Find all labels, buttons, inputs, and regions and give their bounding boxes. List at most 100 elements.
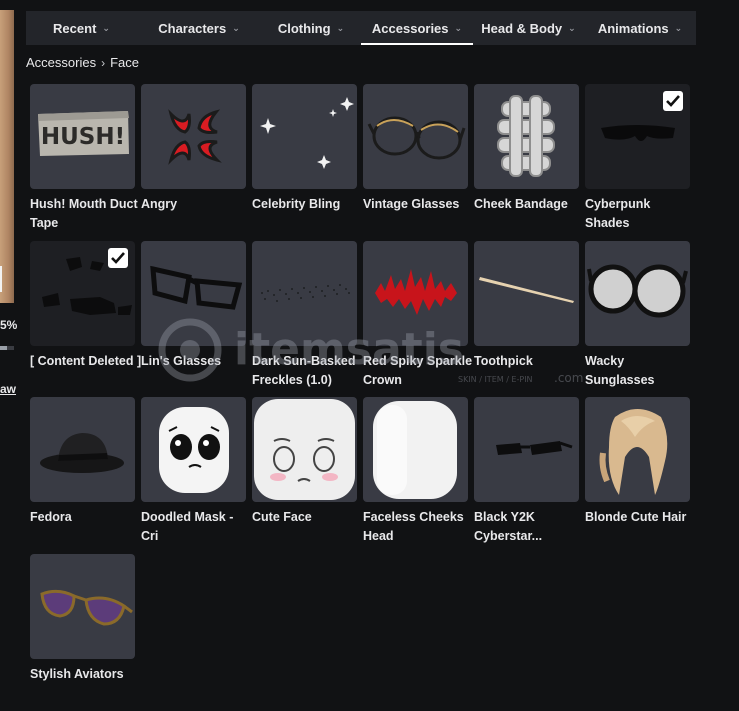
item-thumbnail <box>252 397 357 502</box>
avatar-link[interactable]: aw <box>0 382 16 396</box>
item-thumbnail <box>474 397 579 502</box>
item-card-blonde-cute-hair[interactable]: Blonde Cute Hair <box>585 397 691 527</box>
tab-animations[interactable]: Animations ⌄ <box>584 11 696 45</box>
chevron-down-icon: ⌄ <box>232 22 240 33</box>
tab-label: Recent <box>53 20 97 36</box>
item-card-content-deleted[interactable]: [ Content Deleted ] <box>30 241 141 371</box>
item-name: Angry <box>141 197 178 211</box>
item-card-cheek-bandage[interactable]: Cheek Bandage <box>474 84 580 214</box>
item-thumbnail: HUSH! <box>30 84 135 189</box>
item-card-celebrity-bling[interactable]: Celebrity Bling <box>252 84 358 214</box>
item-name: Dark Sun-Basked Freckles (1.0) <box>252 354 356 387</box>
item-thumbnail <box>363 84 468 189</box>
tab-label: Accessories <box>371 20 449 36</box>
item-card-black-y2k-cyberstar[interactable]: Black Y2K Cyberstar... <box>474 397 580 546</box>
item-name: Toothpick <box>474 354 533 368</box>
tab-accessories[interactable]: Accessories ⌄ <box>361 11 473 45</box>
item-thumbnail <box>474 241 579 346</box>
item-card-vintage-glasses[interactable]: Vintage Glasses <box>363 84 469 214</box>
cute-face-icon <box>254 399 355 500</box>
item-name: Hush! Mouth Duct Tape <box>30 197 138 230</box>
item-name: Cheek Bandage <box>474 197 568 211</box>
item-card-stylish-aviators[interactable]: Stylish Aviators <box>30 554 136 684</box>
item-card-fedora[interactable]: Fedora <box>30 397 136 527</box>
chevron-down-icon: ⌄ <box>568 22 576 33</box>
item-thumbnail <box>363 241 468 346</box>
selected-check-icon <box>663 91 683 111</box>
item-thumbnail <box>585 241 690 346</box>
item-name: Black Y2K Cyberstar... <box>474 510 543 543</box>
selected-check-icon <box>108 248 128 268</box>
svg-text:HUSH!: HUSH! <box>41 124 125 150</box>
item-thumbnail <box>474 84 579 189</box>
tab-characters[interactable]: Characters ⌄ <box>137 11 261 45</box>
avatar-frame-edge <box>0 266 2 292</box>
item-name: Lin's Glasses <box>141 354 222 368</box>
watermark-domain: .com <box>554 371 583 385</box>
chevron-down-icon: ⌄ <box>454 22 463 33</box>
avatar-panel: 5% aw <box>0 0 18 711</box>
breadcrumb: Accessories › Face <box>26 55 139 70</box>
item-thumbnail <box>585 84 690 189</box>
big-glasses-icon <box>587 264 688 318</box>
tab-label: Animations <box>597 20 669 36</box>
angry-vein-icon <box>168 109 222 165</box>
item-thumbnail <box>141 397 246 502</box>
item-card-lins-glasses[interactable]: Lin's Glasses <box>141 241 247 371</box>
item-thumbnail <box>30 397 135 502</box>
tab-label: Head & Body <box>481 20 563 36</box>
chevron-right-icon: › <box>101 55 106 70</box>
tab-label: Clothing <box>277 20 331 36</box>
toothpick-icon <box>479 277 574 303</box>
round-glasses-icon <box>367 116 466 160</box>
item-card-faceless-cheeks-head[interactable]: Faceless Cheeks Head <box>363 397 469 546</box>
item-name: Fedora <box>30 510 72 524</box>
avatar-preview[interactable] <box>0 10 14 303</box>
chevron-down-icon: ⌄ <box>674 22 683 33</box>
tab-clothing[interactable]: Clothing ⌄ <box>261 11 361 45</box>
y2k-shades-icon <box>496 441 573 455</box>
avatar-percent-fill <box>0 346 7 350</box>
tab-head-body[interactable]: Head & Body ⌄ <box>473 11 584 45</box>
category-tabbar: Recent ⌄ Characters ⌄ Clothing ⌄ Accessorie… <box>26 11 696 45</box>
bandage-icon <box>497 95 555 177</box>
aviators-icon <box>40 589 133 626</box>
item-thumbnail <box>363 397 468 502</box>
item-card-cute-face[interactable]: Cute Face <box>252 397 358 527</box>
avatar-percent-bar <box>0 346 14 350</box>
spiky-crown-icon <box>375 269 457 315</box>
item-card-doodled-mask[interactable]: Doodled Mask - Cri <box>141 397 247 546</box>
chevron-down-icon: ⌄ <box>336 22 345 33</box>
item-thumbnail <box>585 397 690 502</box>
item-name: Faceless Cheeks Head <box>363 510 464 543</box>
item-thumbnail <box>141 241 246 346</box>
item-thumbnail <box>252 241 357 346</box>
tab-label: Characters <box>158 20 227 36</box>
item-card-cyberpunk-shades[interactable]: Cyberpunk Shades <box>585 84 691 233</box>
item-card-toothpick[interactable]: Toothpick <box>474 241 580 371</box>
sparkles-icon <box>260 97 354 169</box>
item-card-wacky-sunglasses[interactable]: Wacky Sunglasses <box>585 241 691 390</box>
chevron-down-icon: ⌄ <box>102 22 110 33</box>
tab-recent[interactable]: Recent ⌄ <box>26 11 137 45</box>
item-name: Red Spiky Sparkle Crown <box>363 354 473 387</box>
blank-head-icon <box>373 401 457 499</box>
item-name: Celebrity Bling <box>252 197 341 211</box>
doodle-mask-icon <box>159 407 229 493</box>
item-card-hush-mouth-duct-tape[interactable]: HUSH! Hush! Mouth Duct Tape <box>30 84 138 233</box>
breadcrumb-current: Face <box>110 55 139 70</box>
item-name: Blonde Cute Hair <box>585 510 687 524</box>
avatar-percent-text: 5% <box>0 318 18 332</box>
item-name: [ Content Deleted ] <box>30 354 142 368</box>
item-name: Doodled Mask - Cri <box>141 510 234 543</box>
duct-tape-icon: HUSH! <box>38 111 129 156</box>
freckles-icon <box>261 284 350 302</box>
breadcrumb-parent[interactable]: Accessories <box>26 55 96 70</box>
item-name: Wacky Sunglasses <box>585 354 655 387</box>
item-thumbnail <box>30 554 135 659</box>
item-card-angry[interactable]: Angry <box>141 84 247 214</box>
rect-glasses-icon <box>150 265 243 310</box>
item-card-red-spiky-sparkle-crown[interactable]: Red Spiky Sparkle Crown <box>363 241 472 390</box>
item-thumbnail <box>30 241 135 346</box>
item-card-dark-freckles[interactable]: Dark Sun-Basked Freckles (1.0) <box>252 241 358 390</box>
